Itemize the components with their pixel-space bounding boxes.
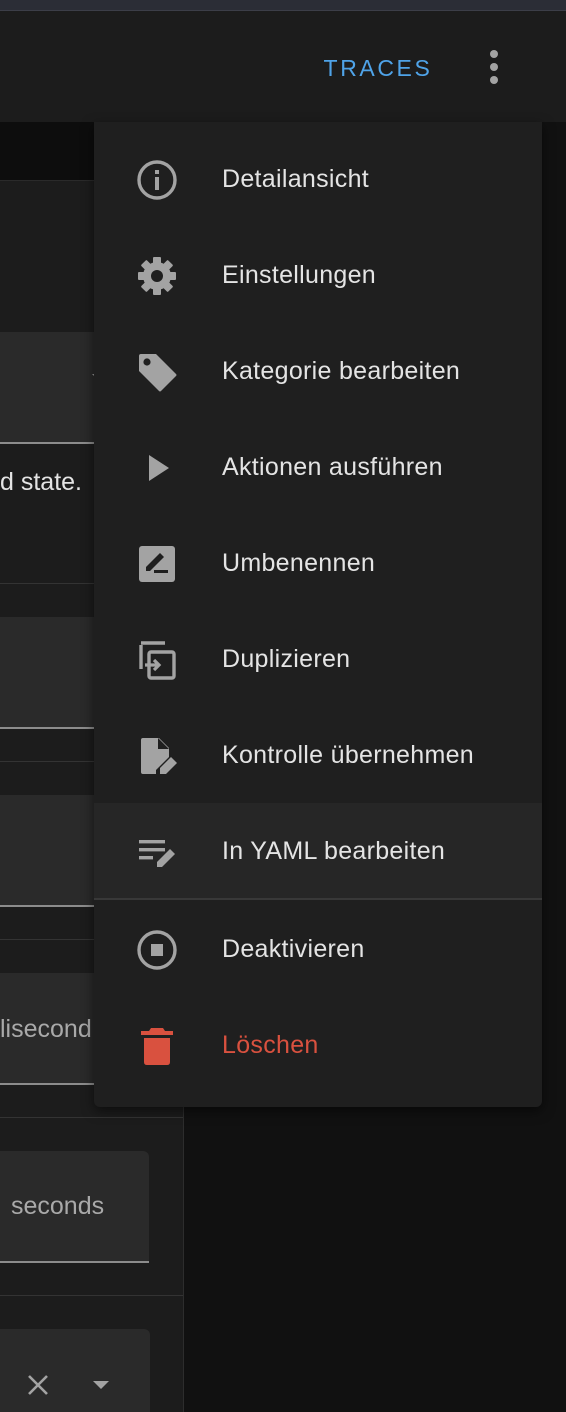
- milliseconds-label: lisecond: [0, 1015, 92, 1043]
- entity-select-field[interactable]: [0, 1329, 150, 1412]
- menu-item-kategorie-bearbeiten[interactable]: Kategorie bearbeiten: [94, 323, 542, 419]
- cog-icon: [134, 255, 180, 297]
- menu-item-label: Deaktivieren: [222, 935, 365, 963]
- menu-item-label: In YAML bearbeiten: [222, 837, 446, 865]
- play-icon: [134, 447, 180, 489]
- menu-item-einstellungen[interactable]: Einstellungen: [94, 227, 542, 323]
- more-options-button[interactable]: [474, 47, 514, 87]
- traces-button[interactable]: TRACES: [312, 51, 444, 85]
- menu-item-label: Aktionen ausführen: [222, 453, 443, 481]
- menu-divider: [94, 898, 542, 900]
- window-top-strip: [0, 0, 566, 11]
- menu-item-deaktivieren[interactable]: Deaktivieren: [94, 901, 542, 997]
- divider: [0, 1117, 183, 1118]
- text-box-edit-icon: [134, 831, 180, 873]
- top-toolbar: TRACES: [0, 11, 566, 122]
- menu-item-label: Kontrolle übernehmen: [222, 741, 474, 769]
- menu-item-duplizieren[interactable]: Duplizieren: [94, 611, 542, 707]
- file-edit-icon: [134, 735, 180, 777]
- menu-item-label: Löschen: [222, 1031, 319, 1059]
- seconds-label: seconds: [11, 1192, 105, 1220]
- menu-item-in-yaml-bearbeiten[interactable]: In YAML bearbeiten: [94, 803, 542, 899]
- dots-vertical-icon: [490, 50, 498, 84]
- menu-item-umbenennen[interactable]: Umbenennen: [94, 515, 542, 611]
- information-outline-icon: [134, 159, 180, 201]
- menu-item-detailansicht[interactable]: Detailansicht: [94, 131, 542, 227]
- close-icon[interactable]: [26, 1373, 50, 1397]
- app-window: TRACES d state. lisecond seconds Detaila…: [0, 0, 566, 1412]
- divider: [0, 1295, 183, 1296]
- menu-item-label: Detailansicht: [222, 165, 370, 193]
- rename-box-icon: [134, 543, 180, 585]
- content-duplicate-icon: [134, 639, 180, 681]
- menu-down-icon[interactable]: [92, 1380, 110, 1390]
- menu-item-kontrolle-uebernehmen[interactable]: Kontrolle übernehmen: [94, 707, 542, 803]
- state-description: d state.: [0, 468, 82, 496]
- menu-item-label: Kategorie bearbeiten: [222, 357, 461, 385]
- menu-item-label: Duplizieren: [222, 645, 351, 673]
- overflow-menu: Detailansicht Einstellungen Kategorie be…: [94, 122, 542, 1107]
- menu-item-label: Einstellungen: [222, 261, 377, 289]
- menu-item-label: Umbenennen: [222, 549, 376, 577]
- stop-circle-outline-icon: [134, 929, 180, 971]
- menu-item-aktionen-ausfuehren[interactable]: Aktionen ausführen: [94, 419, 542, 515]
- delete-icon: [134, 1025, 180, 1067]
- menu-item-loeschen[interactable]: Löschen: [94, 997, 542, 1093]
- tag-icon: [134, 351, 180, 393]
